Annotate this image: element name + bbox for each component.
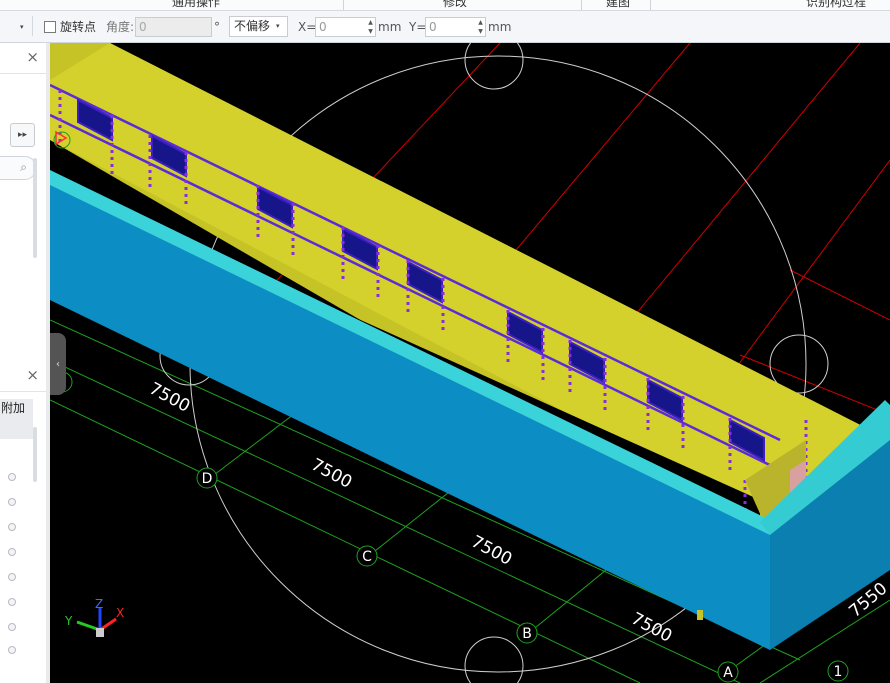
triad-z-label: Z <box>95 597 103 611</box>
property-radio[interactable] <box>8 548 16 556</box>
x-offset-value: 0 <box>319 19 327 34</box>
options-toolbar: ▾ 旋转点 角度: 0 ° 不偏移 ▾ X= 0 ▲ ▼ mm Y= 0 ▲ ▼ m… <box>0 11 890 43</box>
search-icon[interactable]: ⌕ <box>20 160 27 175</box>
angle-input[interactable]: 0 <box>135 16 212 37</box>
ribbon-separator <box>343 0 344 10</box>
close-icon[interactable]: × <box>26 48 39 66</box>
toolbar-separator <box>32 16 33 36</box>
chevron-down-icon: ▾ <box>276 22 280 30</box>
close-icon[interactable]: × <box>26 366 39 384</box>
ribbon-group-build[interactable]: 建图 <box>606 0 630 9</box>
property-radio[interactable] <box>8 646 16 654</box>
spin-down-icon[interactable]: ▼ <box>366 27 375 36</box>
y-unit: mm <box>488 19 512 34</box>
toolbar-dropdown-caret[interactable]: ▾ <box>20 11 24 42</box>
spin-down-icon[interactable]: ▼ <box>476 27 485 36</box>
y-label: Y= <box>409 19 427 34</box>
offset-mode-value: 不偏移 <box>234 19 271 33</box>
search-input[interactable]: ⌕ <box>0 156 36 180</box>
axis-label-b: B <box>522 626 532 642</box>
ribbon-group-modify[interactable]: 修改 <box>443 0 467 9</box>
checkbox-box[interactable] <box>44 20 56 33</box>
attach-tab[interactable]: 附加 <box>0 399 33 439</box>
property-radio[interactable] <box>8 473 16 481</box>
property-radio[interactable] <box>8 498 16 506</box>
spin-up-icon[interactable]: ▲ <box>476 18 485 27</box>
ribbon-separator <box>650 0 651 10</box>
3d-viewport[interactable]: 7500 7500 7500 7500 7550 D C B A 1 Y Z X <box>50 43 890 683</box>
expand-panel-button[interactable]: ▸▸ <box>10 123 35 147</box>
property-radio[interactable] <box>8 573 16 581</box>
axis-label-1: 1 <box>834 664 843 680</box>
scrollbar[interactable] <box>33 427 37 482</box>
panel-header: × <box>0 361 46 392</box>
column-stub <box>697 610 703 620</box>
axis-label-c: C <box>362 549 372 565</box>
y-offset-input[interactable]: 0 ▲ ▼ <box>425 16 486 37</box>
scrollbar[interactable] <box>33 158 37 258</box>
x-label: X= <box>298 19 317 34</box>
angle-label: 角度: <box>106 20 135 34</box>
spin-up-icon[interactable]: ▲ <box>366 18 375 27</box>
y-spinner[interactable]: ▲ ▼ <box>476 18 485 36</box>
triad-x-label: X <box>116 606 124 620</box>
property-radio[interactable] <box>8 523 16 531</box>
left-bottom-panel: × 附加 <box>0 361 47 654</box>
ribbon-bar: 通用操作 修改 建图 识别构过程 <box>0 0 890 11</box>
x-offset-input[interactable]: 0 ▲ ▼ <box>315 16 376 37</box>
x-spinner[interactable]: ▲ ▼ <box>366 18 375 36</box>
axis-label-a: A <box>723 665 733 681</box>
left-top-panel: × ▸▸ ⌕ <box>0 43 47 356</box>
model-canvas[interactable]: 7500 7500 7500 7500 7550 D C B A 1 Y Z X <box>50 43 890 683</box>
property-radio[interactable] <box>8 623 16 631</box>
triad-y-label: Y <box>64 614 73 628</box>
panel-header: × <box>0 43 46 74</box>
offset-mode-select[interactable]: 不偏移 ▾ <box>229 16 288 37</box>
ribbon-separator <box>581 0 582 10</box>
axis-label-d: D <box>202 471 213 487</box>
degree-symbol: ° <box>214 19 220 34</box>
y-offset-value: 0 <box>429 19 437 34</box>
x-unit: mm <box>378 19 402 34</box>
rotate-point-label: 旋转点 <box>60 20 97 34</box>
property-radio[interactable] <box>8 598 16 606</box>
rotate-point-checkbox[interactable]: 旋转点 <box>44 11 96 42</box>
collapse-panel-handle[interactable]: ‹ <box>50 333 66 395</box>
ribbon-group-identify[interactable]: 识别构过程 <box>806 0 866 9</box>
ribbon-group-general[interactable]: 通用操作 <box>172 0 220 9</box>
